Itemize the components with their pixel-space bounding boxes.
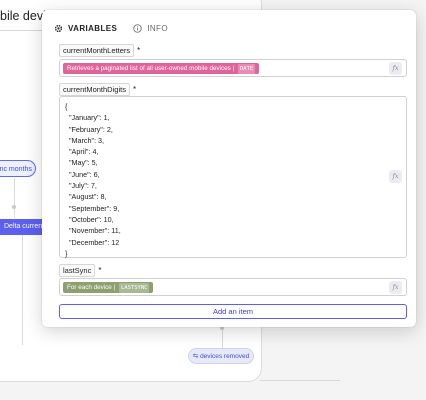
tab-variables-label: VARIABLES bbox=[68, 23, 118, 33]
variables-panel: VARIABLES INFO currentMonthLetters * Ret… bbox=[42, 10, 416, 327]
connector-line bbox=[14, 178, 15, 218]
code-line: { bbox=[65, 102, 68, 111]
code-line: "May": 5, bbox=[65, 158, 98, 168]
info-icon bbox=[133, 23, 142, 33]
node-devices-removed[interactable]: ⇆ devices removed bbox=[188, 348, 254, 364]
chip-text: Retrieves a paginated list of all user-o… bbox=[67, 65, 231, 72]
json-code-block: { "January": 1, "February": 2, "March": … bbox=[65, 101, 121, 259]
divider bbox=[0, 30, 42, 31]
fx-icon[interactable]: fx bbox=[389, 170, 402, 183]
required-marker: * bbox=[98, 266, 102, 275]
node-devices-removed-label: devices removed bbox=[200, 353, 250, 360]
required-marker: * bbox=[132, 85, 137, 94]
code-line: "July": 7, bbox=[65, 181, 97, 191]
code-line: "August": 8, bbox=[65, 192, 107, 202]
expression-chip[interactable]: For each device | LASTSYNC bbox=[63, 282, 154, 294]
add-item-button[interactable]: Add an item bbox=[59, 304, 407, 319]
node-sync-months[interactable]: ync months bbox=[0, 160, 36, 177]
chip-tag: LASTSYNC bbox=[118, 283, 150, 294]
connector-line bbox=[222, 330, 223, 348]
chip-text: For each device bbox=[67, 284, 112, 291]
gear-icon bbox=[54, 24, 63, 32]
tab-info-label: INFO bbox=[147, 23, 168, 33]
loop-icon: ⇆ bbox=[192, 353, 199, 360]
field-label-last-sync: lastSync * bbox=[59, 264, 101, 277]
chip-tag: DATE bbox=[237, 64, 256, 75]
fx-icon[interactable]: fx bbox=[389, 281, 402, 294]
field-label-current-month-letters: currentMonthLetters * bbox=[59, 44, 140, 57]
required-marker: * bbox=[137, 46, 141, 55]
code-line: "November": 11, bbox=[65, 226, 121, 236]
field-label-text: currentMonthLetters bbox=[59, 44, 135, 57]
field-label-text: currentMonthDigits bbox=[59, 83, 130, 96]
code-line: "September": 9, bbox=[65, 203, 120, 213]
code-line: "January": 1, bbox=[65, 113, 110, 123]
field-label-text: lastSync bbox=[59, 264, 96, 277]
tab-info[interactable]: INFO bbox=[133, 18, 168, 38]
fx-icon[interactable]: fx bbox=[389, 62, 402, 75]
panel-tabs: VARIABLES INFO bbox=[54, 18, 168, 38]
code-line: "June": 6, bbox=[65, 169, 100, 179]
last-sync-input[interactable]: For each device | LASTSYNC fx bbox=[59, 278, 407, 296]
connector-line bbox=[22, 235, 23, 345]
code-line: "December": 12 bbox=[65, 237, 120, 247]
connector-dot bbox=[12, 205, 16, 209]
tab-variables[interactable]: VARIABLES bbox=[54, 18, 117, 38]
code-line: "March": 3, bbox=[65, 135, 105, 145]
field-label-current-month-digits: currentMonthDigits * bbox=[59, 83, 136, 96]
current-month-digits-textarea[interactable]: { "January": 1, "February": 2, "March": … bbox=[59, 96, 407, 258]
expression-chip[interactable]: Retrieves a paginated list of all user-o… bbox=[63, 63, 260, 75]
code-line: } bbox=[65, 248, 68, 258]
connector-line bbox=[260, 380, 340, 381]
code-line: "April": 4, bbox=[65, 147, 99, 157]
code-line: "October": 10, bbox=[65, 214, 114, 224]
current-month-letters-input[interactable]: Retrieves a paginated list of all user-o… bbox=[59, 59, 407, 77]
code-line: "February": 2, bbox=[65, 124, 113, 134]
